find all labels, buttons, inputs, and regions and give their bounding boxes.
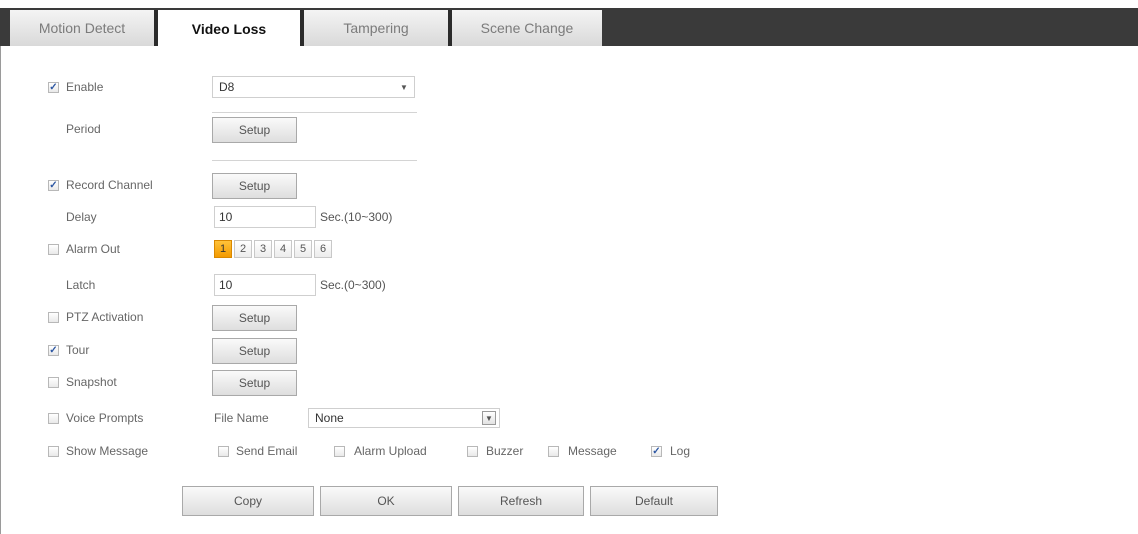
ptz-activation-label: PTZ Activation <box>66 310 144 324</box>
message-checkbox[interactable] <box>548 446 559 457</box>
tour-label: Tour <box>66 343 90 357</box>
refresh-button[interactable]: Refresh <box>458 486 584 516</box>
buzzer-checkbox[interactable] <box>467 446 478 457</box>
send-email-checkbox[interactable] <box>218 446 229 457</box>
channel-select[interactable]: D8 ▼ <box>212 76 415 98</box>
delay-unit: Sec.(10~300) <box>320 210 393 224</box>
ok-button[interactable]: OK <box>320 486 452 516</box>
snapshot-label: Snapshot <box>66 375 117 389</box>
ptz-activation-checkbox[interactable] <box>48 312 59 323</box>
alarm-upload-checkbox[interactable] <box>334 446 345 457</box>
buzzer-label: Buzzer <box>486 444 524 458</box>
period-setup-button[interactable]: Setup <box>212 117 297 143</box>
send-email-label: Send Email <box>236 444 298 458</box>
channel-select-value: D8 <box>219 80 235 94</box>
alarm-upload-label: Alarm Upload <box>354 444 427 458</box>
record-channel-checkbox[interactable]: ✓ <box>48 180 59 191</box>
divider <box>212 112 417 113</box>
file-name-select-value: None <box>315 411 344 425</box>
copy-button[interactable]: Copy <box>182 486 314 516</box>
snapshot-setup-button[interactable]: Setup <box>212 370 297 396</box>
voice-prompts-label: Voice Prompts <box>66 411 144 425</box>
show-message-checkbox[interactable] <box>48 446 59 457</box>
latch-label: Latch <box>66 278 96 292</box>
message-label: Message <box>568 444 617 458</box>
record-channel-setup-button[interactable]: Setup <box>212 173 297 199</box>
chevron-down-icon: ▼ <box>400 82 408 92</box>
delay-label: Delay <box>66 210 97 224</box>
alarm-out-checkbox[interactable] <box>48 244 59 255</box>
alarm-out-channel-5[interactable]: 5 <box>294 240 312 258</box>
top-strip <box>0 0 1138 8</box>
show-message-label: Show Message <box>66 444 149 458</box>
ptz-setup-button[interactable]: Setup <box>212 305 297 331</box>
enable-checkbox[interactable]: ✓ <box>48 82 59 93</box>
file-name-label: File Name <box>214 411 269 425</box>
chevron-down-icon: ▼ <box>482 411 496 425</box>
alarm-out-channel-3[interactable]: 3 <box>254 240 272 258</box>
tab-scene-change[interactable]: Scene Change <box>452 10 602 46</box>
divider <box>212 160 417 161</box>
tab-video-loss[interactable]: Video Loss <box>158 10 300 47</box>
alarm-out-channel-6[interactable]: 6 <box>314 240 332 258</box>
tour-checkbox[interactable]: ✓ <box>48 345 59 356</box>
tab-tampering[interactable]: Tampering <box>304 10 448 46</box>
file-name-select[interactable]: None ▼ <box>308 408 500 428</box>
alarm-out-channel-1[interactable]: 1 <box>214 240 232 258</box>
delay-input[interactable]: 10 <box>214 206 316 228</box>
log-label: Log <box>670 444 691 458</box>
voice-prompts-checkbox[interactable] <box>48 413 59 424</box>
default-button[interactable]: Default <box>590 486 718 516</box>
period-label: Period <box>66 122 101 136</box>
latch-unit: Sec.(0~300) <box>320 278 386 292</box>
tab-motion-detect[interactable]: Motion Detect <box>10 10 154 46</box>
latch-input[interactable]: 10 <box>214 274 316 296</box>
tour-setup-button[interactable]: Setup <box>212 338 297 364</box>
alarm-out-label: Alarm Out <box>66 242 121 256</box>
log-checkbox[interactable]: ✓ <box>651 446 662 457</box>
alarm-out-channel-2[interactable]: 2 <box>234 240 252 258</box>
enable-label: Enable <box>66 80 104 94</box>
record-channel-label: Record Channel <box>66 178 153 192</box>
snapshot-checkbox[interactable] <box>48 377 59 388</box>
alarm-out-channel-4[interactable]: 4 <box>274 240 292 258</box>
